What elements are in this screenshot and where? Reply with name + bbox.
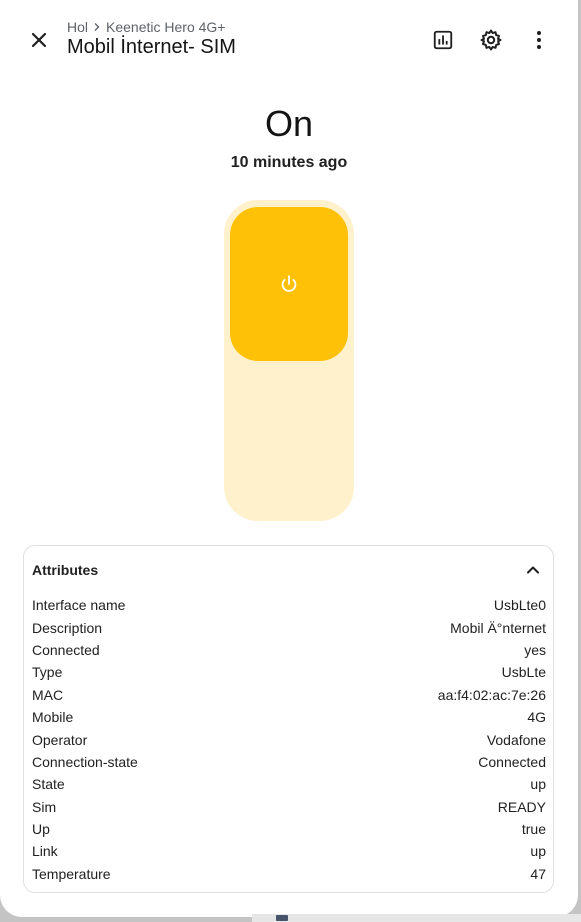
attribute-name: Type <box>32 664 63 681</box>
background-icon <box>276 915 288 921</box>
dots-vertical-icon <box>537 31 541 49</box>
attribute-row: Up true <box>32 818 546 840</box>
attribute-row: Interface name UsbLte0 <box>32 594 546 616</box>
menu-button[interactable] <box>519 20 559 60</box>
attribute-value: true <box>521 821 546 838</box>
page-title: Mobil İnternet- SIM <box>67 36 236 58</box>
dialog-header: Hol Keenetic Hero 4G+ Mobil İnternet- SI… <box>0 0 578 80</box>
attribute-name: State <box>32 776 65 793</box>
attribute-value: 47 <box>530 865 546 882</box>
attribute-name: Temperature <box>32 865 111 882</box>
attribute-row: Connection-state Connected <box>32 751 546 773</box>
attribute-name: Interface name <box>32 597 126 614</box>
attribute-value: 4G <box>527 709 546 726</box>
history-button[interactable] <box>423 20 463 60</box>
attribute-value: UsbLte <box>501 664 546 681</box>
attribute-name: Operator <box>32 731 88 748</box>
attribute-name: Connection-state <box>32 753 138 770</box>
breadcrumb: Hol Keenetic Hero 4G+ <box>67 19 225 35</box>
gear-icon <box>480 29 502 51</box>
close-button[interactable] <box>19 20 59 60</box>
attributes-title: Attributes <box>32 562 99 578</box>
attribute-row: Sim READY <box>32 796 546 818</box>
attribute-row: Link up <box>32 840 546 862</box>
attribute-value: Mobil Ä°nternet <box>450 619 546 636</box>
attributes-panel: Attributes Interface name UsbLte0 Descript… <box>23 545 554 893</box>
settings-button[interactable] <box>471 20 511 60</box>
attribute-name: Link <box>32 843 58 860</box>
attribute-value: Vodafone <box>486 731 546 748</box>
attribute-value: Connected <box>478 753 546 770</box>
attribute-value: aa:f4:02:ac:7e:26 <box>437 686 546 703</box>
attribute-name: Sim <box>32 798 57 815</box>
power-switch[interactable] <box>224 200 354 521</box>
attribute-value: up <box>530 776 546 793</box>
attribute-name: Description <box>32 619 103 636</box>
attribute-row: State up <box>32 773 546 795</box>
last-changed: 10 minutes ago <box>230 154 348 171</box>
attribute-name: MAC <box>32 686 64 703</box>
breadcrumb-device[interactable]: Keenetic Hero 4G+ <box>106 19 225 35</box>
chart-bar-icon <box>433 30 453 50</box>
close-icon <box>31 32 47 48</box>
attribute-row: Connected yes <box>32 639 546 661</box>
breadcrumb-area[interactable]: Hol <box>67 19 88 35</box>
attributes-list: Interface name UsbLte0 Description Mobil Ä°… <box>32 594 546 885</box>
attribute-name: Mobile <box>32 709 74 726</box>
power-icon <box>281 275 297 292</box>
background-page-peek <box>252 914 581 922</box>
attribute-value: yes <box>524 641 546 658</box>
chevron-up-icon[interactable] <box>523 560 543 580</box>
attribute-value: READY <box>497 798 546 815</box>
attributes-header[interactable]: Attributes <box>24 546 553 592</box>
attribute-row: Mobile 4G <box>32 706 546 728</box>
attribute-row: Operator Vodafone <box>32 728 546 750</box>
more-info-dialog: Hol Keenetic Hero 4G+ Mobil İnternet- SI… <box>0 0 578 917</box>
attribute-value: UsbLte0 <box>493 597 546 614</box>
attribute-row: Temperature 47 <box>32 863 546 885</box>
entity-state: On <box>264 103 314 144</box>
attribute-name: Connected <box>32 641 100 658</box>
attribute-row: Description Mobil Ä°nternet <box>32 616 546 638</box>
attribute-value: up <box>530 843 546 860</box>
attribute-row: MAC aa:f4:02:ac:7e:26 <box>32 684 546 706</box>
chevron-right-icon <box>94 23 100 31</box>
attribute-row: Type UsbLte <box>32 661 546 683</box>
attribute-name: Up <box>32 821 50 838</box>
switch-knob <box>230 207 348 361</box>
